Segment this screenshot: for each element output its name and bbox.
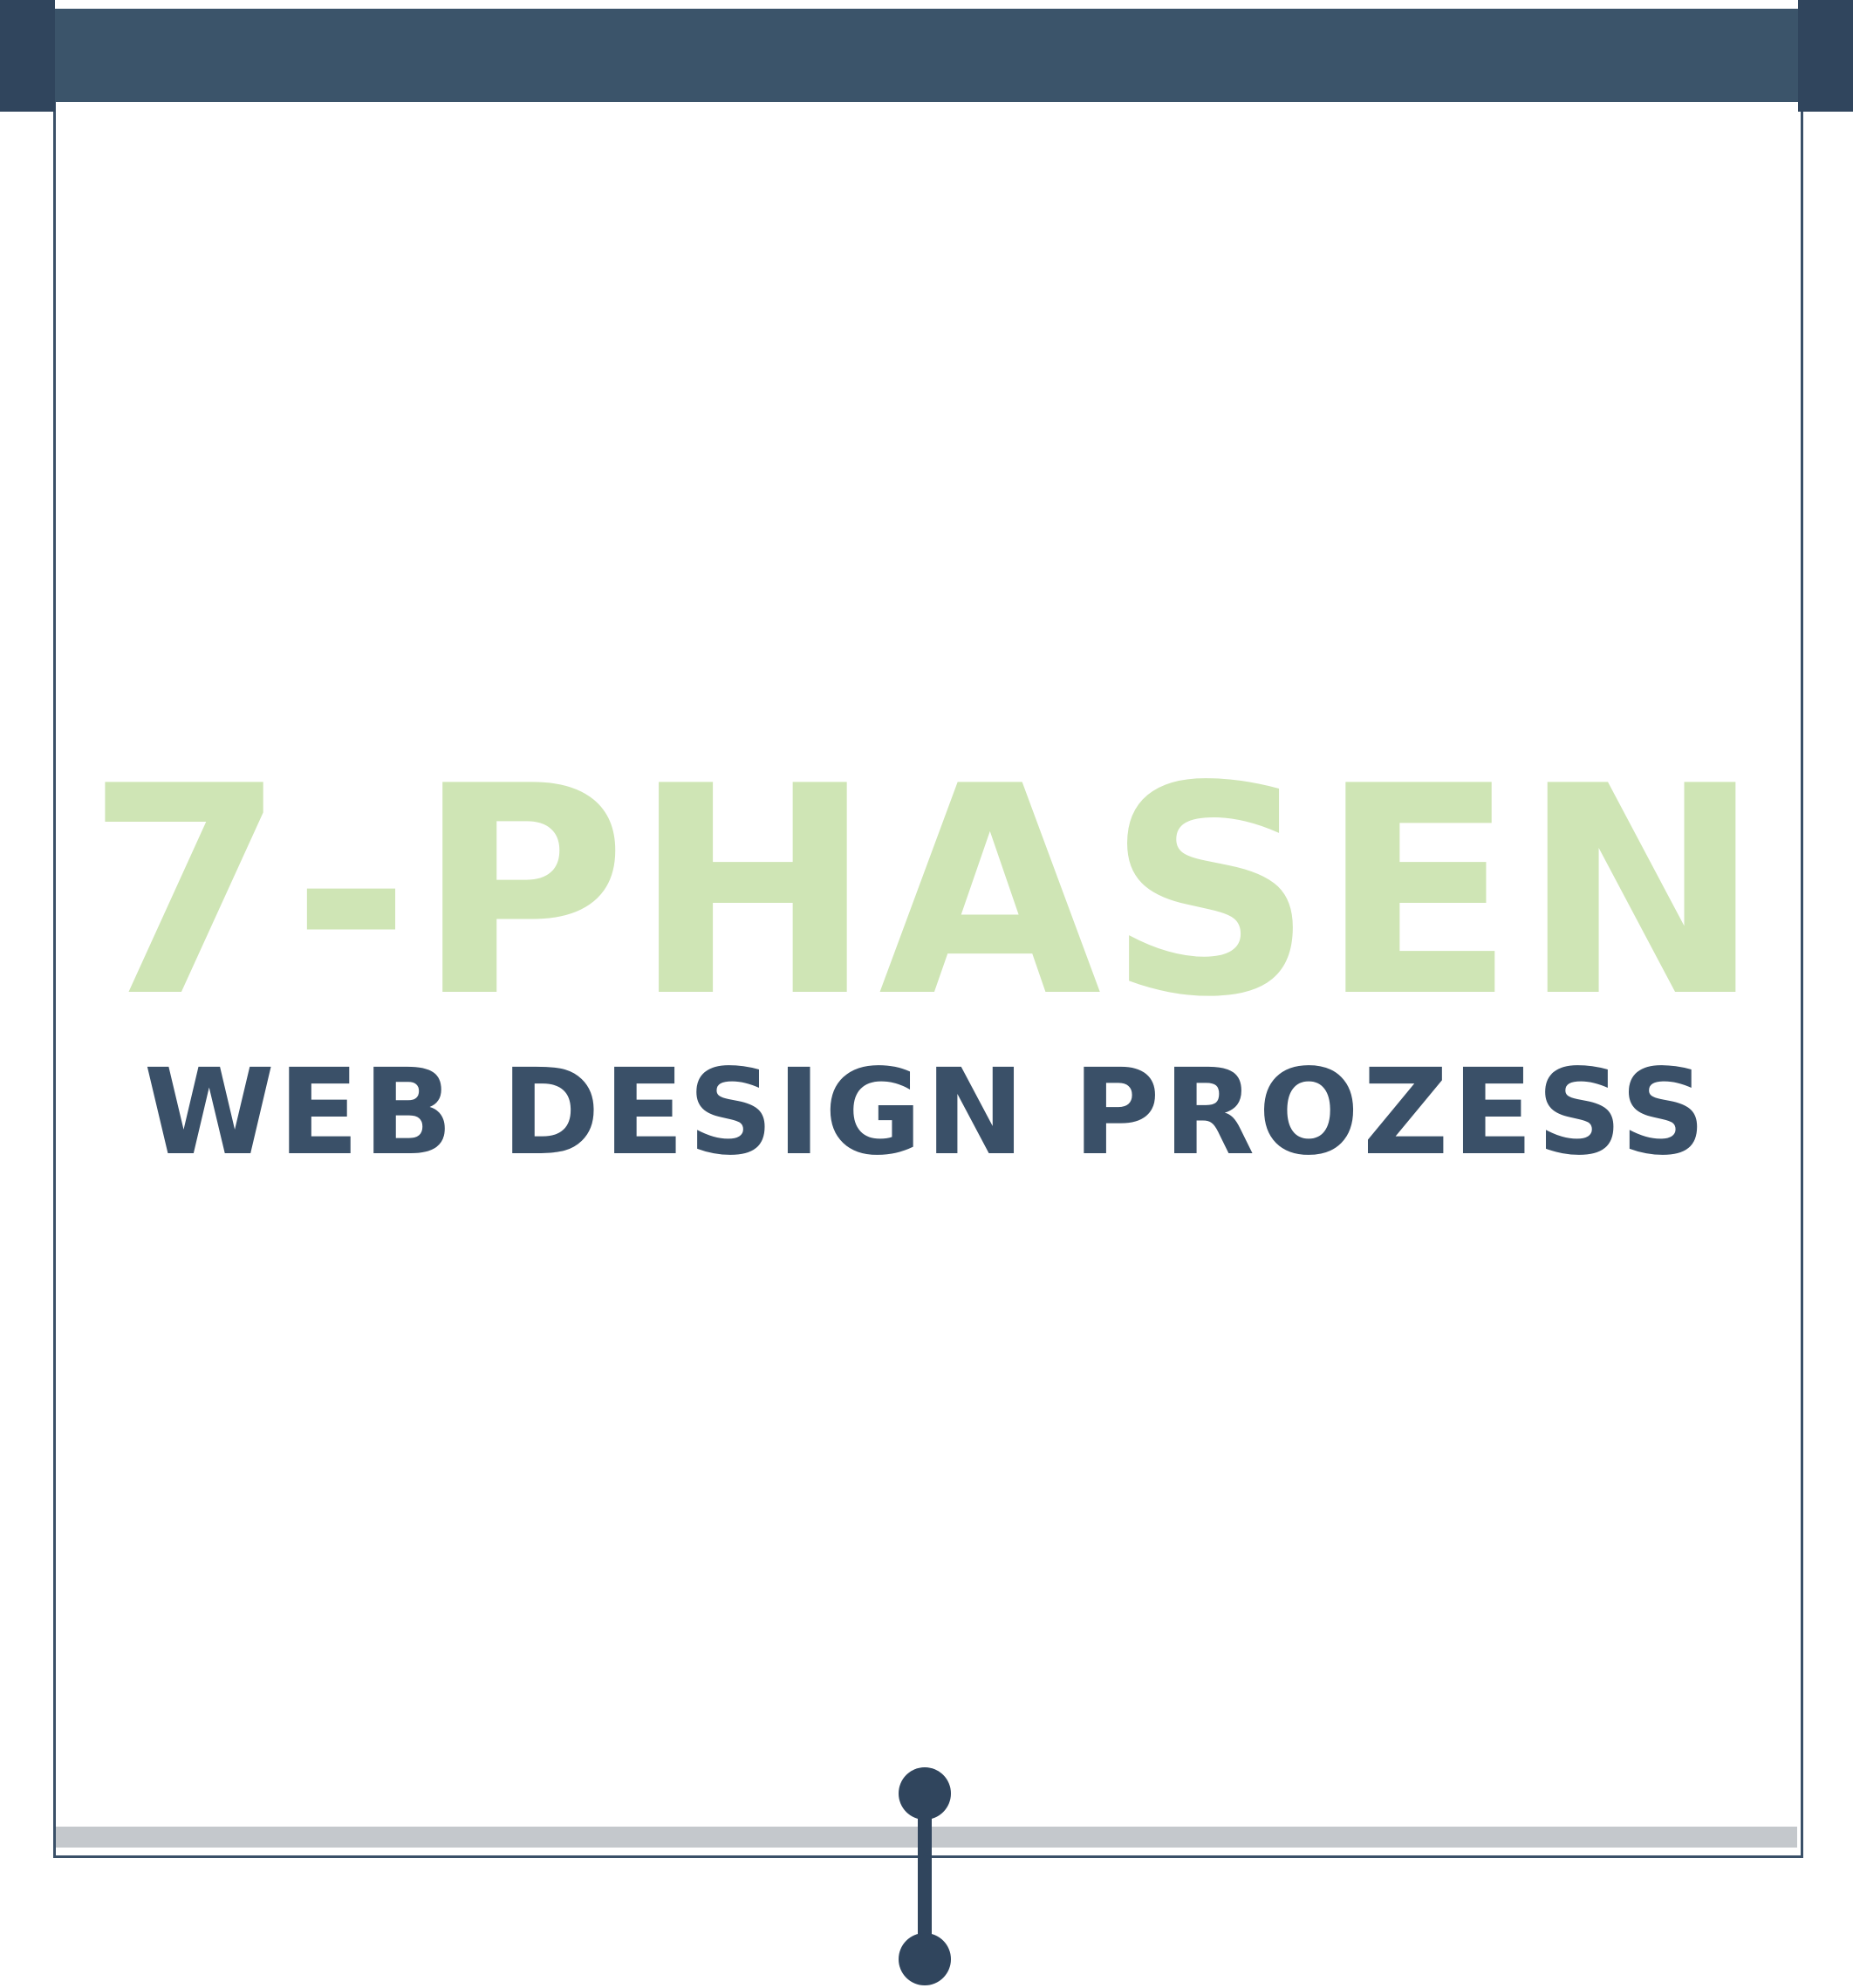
pull-cord-icon <box>899 1767 951 1985</box>
roller-bar <box>54 9 1799 102</box>
banner-title: 7-PHASEN <box>85 725 1768 1060</box>
roller-cap-left <box>0 0 55 112</box>
roller-cap-right <box>1798 0 1853 112</box>
pull-cord-bottom-knob <box>899 1933 951 1985</box>
banner-subtitle: WEB DESIGN PROZESS <box>143 1044 1710 1182</box>
pull-cord-top-knob <box>899 1767 951 1820</box>
projector-screen-graphic: 7-PHASEN WEB DESIGN PROZESS <box>0 0 1853 1988</box>
